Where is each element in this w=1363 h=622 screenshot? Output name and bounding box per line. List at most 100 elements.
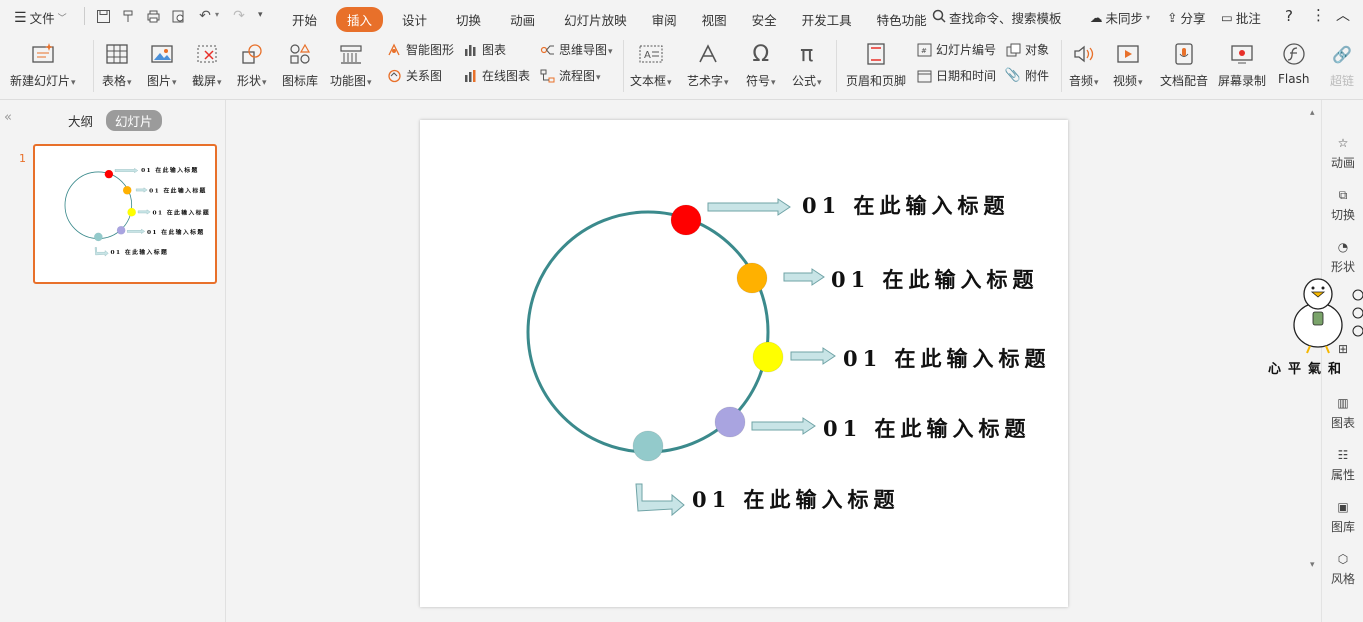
slide-number-icon: # <box>916 42 932 58</box>
tab-outline[interactable]: 大纲 <box>68 111 93 130</box>
slide-thumbnail[interactable]: 01 在此输入标题 01 在此输入标题 01 在此输入标题 01 在此输入标题 01 在… <box>33 144 217 284</box>
save-icon[interactable] <box>92 5 114 27</box>
audio-button[interactable]: 音频 <box>1069 40 1099 89</box>
symbol-button[interactable]: Ω 符号 <box>746 40 776 89</box>
title-placeholder[interactable]: 01 在此输入标题 <box>823 416 1031 441</box>
header-footer-label: 页眉和页脚 <box>846 74 907 88</box>
scroll-down-icon[interactable]: ▾ <box>1310 560 1315 570</box>
doc-dub-button[interactable]: 文档配音 <box>1160 40 1208 89</box>
attachment-button[interactable]: 📎 附件 <box>1005 67 1049 84</box>
svg-text:01 在此输入标题: 01 在此输入标题 <box>153 209 211 217</box>
smart-shape-button[interactable]: 智能图形 <box>386 41 454 58</box>
color-dot[interactable] <box>632 430 664 462</box>
function-chart-label: 功能图 <box>330 72 372 89</box>
audio-label: 音频 <box>1069 72 1099 89</box>
share-button[interactable]: ⇪ 分享 <box>1167 8 1206 27</box>
slide-number-button[interactable]: # 幻灯片编号 <box>916 41 996 58</box>
color-dot[interactable] <box>670 204 702 236</box>
arrow-shape[interactable] <box>751 417 816 435</box>
sidebar-item-transition[interactable]: ⧉ 切换 <box>1322 186 1363 223</box>
chart-button[interactable]: 图表 <box>462 41 506 58</box>
textbox-button[interactable]: A 文本框 <box>630 40 672 89</box>
comment-button[interactable]: ▭ 批注 <box>1221 8 1261 27</box>
tab-features[interactable]: 特色功能 <box>866 7 938 32</box>
sidebar-item-style[interactable]: ⬡ 风格 <box>1322 550 1363 587</box>
arrow-shape[interactable] <box>635 483 685 517</box>
title-placeholder[interactable]: 01 在此输入标题 <box>802 193 1010 218</box>
tab-slideshow[interactable]: 幻灯片放映 <box>553 7 638 32</box>
undo-dropdown-icon[interactable]: ▾ <box>215 10 219 19</box>
tab-insert[interactable]: 插入 <box>336 7 384 32</box>
undo-icon[interactable]: ↶ <box>194 5 216 27</box>
color-dot[interactable] <box>736 262 768 294</box>
title-placeholder[interactable]: 01 在此输入标题 <box>692 487 900 512</box>
tab-transition[interactable]: 切换 <box>445 7 492 32</box>
print-icon[interactable] <box>142 5 164 27</box>
tab-animation[interactable]: 动画 <box>499 7 546 32</box>
collapse-ribbon-icon[interactable]: ︿ <box>1336 5 1350 25</box>
tab-developer[interactable]: 开发工具 <box>791 7 863 32</box>
online-chart-button[interactable]: 在线图表 <box>462 67 530 84</box>
arrow-shape[interactable] <box>707 198 791 216</box>
sidebar-item-animation[interactable]: ☆ 动画 <box>1322 134 1363 171</box>
file-menu[interactable]: ☰ 文件 ﹀ <box>14 8 67 27</box>
smart-shape-icon <box>386 42 402 58</box>
flowchart-icon <box>539 68 555 84</box>
title-placeholder[interactable]: 01 在此输入标题 <box>831 267 1039 292</box>
color-dot[interactable] <box>714 406 746 438</box>
sidebar-item-gallery[interactable]: ▣ 图库 <box>1322 498 1363 535</box>
slide[interactable]: 01 在此输入标题 01 在此输入标题 01 在此输入标题 01 在此输入标题 01 在… <box>420 120 1068 607</box>
collapse-panel-icon[interactable]: « <box>4 110 12 125</box>
arrow-shape[interactable] <box>790 347 836 365</box>
sidebar-item-chart[interactable]: ▥ 图表 <box>1322 394 1363 431</box>
help-label: ? <box>1285 7 1293 25</box>
help-button[interactable]: ? <box>1285 7 1293 25</box>
tab-security[interactable]: 安全 <box>741 7 788 32</box>
redo-icon[interactable]: ↷ <box>228 5 250 27</box>
relation-button[interactable]: 关系图 <box>386 67 442 84</box>
pi-icon: π <box>800 41 814 67</box>
wordart-button[interactable]: 艺术字 <box>687 40 729 89</box>
link-icon: 🔗 <box>1332 44 1352 64</box>
sidebar-item-properties[interactable]: ☷ 属性 <box>1322 446 1363 483</box>
function-chart-button[interactable]: 功能图 <box>330 40 372 89</box>
screenshot-label: 截屏 <box>192 72 222 89</box>
tab-slides[interactable]: 幻灯片 <box>106 110 162 131</box>
print-preview-icon[interactable] <box>167 5 189 27</box>
tab-home[interactable]: 开始 <box>281 7 328 32</box>
screen-record-button[interactable]: 屏幕录制 <box>1218 40 1266 89</box>
video-button[interactable]: 视频 <box>1113 40 1143 89</box>
date-time-button[interactable]: 日期和时间 <box>916 67 996 84</box>
tab-view[interactable]: 视图 <box>691 7 738 32</box>
formula-button[interactable]: π 公式 <box>792 40 822 89</box>
mind-map-icon <box>539 42 555 58</box>
color-dot[interactable] <box>752 341 784 373</box>
tab-review[interactable]: 审阅 <box>641 7 688 32</box>
symbol-label: 符号 <box>746 72 776 89</box>
screenshot-button[interactable]: 截屏 <box>192 40 222 89</box>
flash-button[interactable]: Flash <box>1278 40 1309 86</box>
flowchart-button[interactable]: 流程图 <box>539 67 601 84</box>
object-button[interactable]: 对象 <box>1005 41 1049 58</box>
icon-library-button[interactable]: 图标库 <box>282 40 318 89</box>
title-placeholder[interactable]: 01 在此输入标题 <box>843 346 1051 371</box>
customize-dropdown-icon[interactable]: ▾ <box>258 10 263 20</box>
format-painter-icon[interactable] <box>117 5 139 27</box>
hyperlink-button[interactable]: 🔗 超链 <box>1328 40 1356 89</box>
header-footer-button[interactable]: 页眉和页脚 <box>846 40 906 89</box>
arrow-shape[interactable] <box>783 268 825 286</box>
bar-chart-icon: ▥ <box>1337 396 1349 410</box>
picture-button[interactable]: 图片 <box>147 40 177 89</box>
mind-map-button[interactable]: 思维导图 <box>539 41 613 58</box>
command-search[interactable]: 查找命令、搜索模板 <box>932 8 1062 27</box>
table-button[interactable]: 表格 <box>102 40 132 89</box>
shape-button[interactable]: 形状 <box>237 40 267 89</box>
more-icon[interactable]: ⋮ <box>1311 6 1326 24</box>
object-label: 对象 <box>1025 43 1050 57</box>
scroll-up-icon[interactable]: ▴ <box>1310 108 1315 118</box>
attachment-label: 附件 <box>1025 69 1050 83</box>
new-slide-button[interactable]: 新建幻灯片 <box>10 40 76 89</box>
tab-design[interactable]: 设计 <box>391 7 438 32</box>
sync-status[interactable]: ☁ 未同步 ▾ <box>1090 8 1150 27</box>
wordart-icon <box>694 40 722 68</box>
